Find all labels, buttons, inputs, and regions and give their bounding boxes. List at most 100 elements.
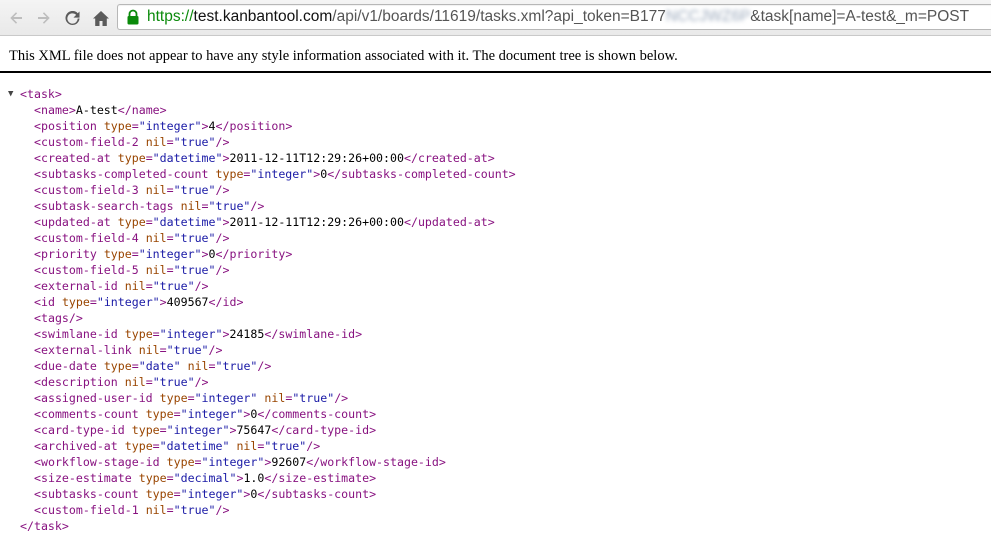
xml-tag: </task>: [20, 519, 69, 533]
url-query: &task[name]=A-test&_m=POST: [750, 8, 970, 25]
xml-attr-value: "true": [264, 439, 307, 453]
xml-element-size-estimate: <size-estimate type="decimal">1.0</size-…: [0, 470, 991, 486]
xml-attr-value: "integer": [138, 119, 202, 133]
xml-attr-name: type: [215, 167, 244, 181]
xml-element-comments-count: <comments-count type="integer">0</commen…: [0, 406, 991, 422]
xml-space: [139, 183, 146, 197]
xml-attr-name: nil: [138, 343, 160, 357]
xml-tag: />: [334, 391, 349, 405]
xml-attr-value: "true": [166, 343, 209, 357]
address-bar[interactable]: https://test.kanbantool.com/api/v1/board…: [117, 4, 991, 30]
xml-tag: >: [201, 247, 209, 261]
xml-equals: =: [159, 423, 167, 437]
xml-attr-value: "integer": [201, 455, 265, 469]
xml-element-external-id: <external-id nil="true"/>: [0, 278, 991, 294]
xml-tag: </comments-count>: [257, 407, 377, 421]
xml-text: 0: [208, 247, 216, 261]
xml-space: [139, 407, 146, 421]
xml-attr-name: nil: [145, 135, 167, 149]
xml-tag: />: [194, 375, 209, 389]
forward-button[interactable]: [32, 0, 56, 36]
xml-root-open: ▼ <task>: [0, 86, 991, 102]
xml-tag: <archived-at: [34, 439, 118, 453]
xml-equals: =: [208, 359, 216, 373]
xml-attr-name: nil: [145, 263, 167, 277]
xml-attr-value: "true": [173, 263, 216, 277]
xml-attr-value: "integer": [96, 295, 160, 309]
xml-text: 92607: [271, 455, 307, 469]
xml-tag: <priority: [34, 247, 97, 261]
xml-tag: <description: [34, 375, 118, 389]
xml-space: [160, 455, 167, 469]
xml-attr-value: "integer": [250, 167, 314, 181]
xml-attr-name: nil: [264, 391, 286, 405]
lock-icon: [127, 9, 139, 25]
xml-attr-value: "datetime": [159, 439, 230, 453]
xml-space: [209, 167, 216, 181]
xml-space: [118, 279, 125, 293]
xml-tag: </subtasks-count>: [257, 487, 377, 501]
xml-tag: </size-estimate>: [264, 471, 377, 485]
home-button[interactable]: [89, 0, 113, 36]
xml-space: [97, 119, 104, 133]
xml-attr-value: "true": [215, 359, 258, 373]
xml-attr-name: nil: [187, 359, 209, 373]
xml-tag: </position>: [215, 119, 293, 133]
xml-element-workflow-stage-id: <workflow-stage-id type="integer">92607<…: [0, 454, 991, 470]
xml-attr-value: "integer": [138, 247, 202, 261]
xml-tag: <subtasks-count: [34, 487, 139, 501]
xml-attr-name: type: [159, 391, 188, 405]
xml-tag: <updated-at: [34, 215, 111, 229]
xml-equals: =: [173, 487, 181, 501]
xml-equals: =: [152, 439, 160, 453]
xml-equals: =: [194, 455, 202, 469]
xml-tag: </created-at>: [403, 151, 495, 165]
xml-tag: <name: [34, 103, 69, 117]
xml-element-priority: <priority type="integer">0</priority>: [0, 246, 991, 262]
xml-tag: </name>: [117, 103, 167, 117]
xml-text: 2011-12-11T12:29:26+00:00: [229, 215, 404, 229]
xml-attr-value: "integer": [194, 391, 258, 405]
collapse-triangle-icon[interactable]: ▼: [8, 86, 18, 102]
url-host: test.kanbantool.com: [193, 8, 333, 25]
xml-space: [118, 439, 125, 453]
url-path: /api/v1/boards/11619/tasks.xml?api_token…: [332, 8, 666, 25]
xml-tag: <due-date: [34, 359, 97, 373]
xml-space: [118, 327, 125, 341]
xml-attr-name: type: [145, 487, 174, 501]
xml-space: [139, 503, 146, 517]
xml-space: [132, 471, 139, 485]
xml-element-custom-field-5: <custom-field-5 nil="true"/>: [0, 262, 991, 278]
xml-equals: =: [166, 471, 174, 485]
xml-space: [111, 215, 118, 229]
xml-equals: =: [187, 391, 195, 405]
xml-tag: <task>: [20, 87, 62, 101]
back-button[interactable]: [4, 0, 28, 36]
xml-tag: <custom-field-2: [34, 135, 139, 149]
xml-attr-value: "decimal": [173, 471, 237, 485]
xml-attr-value: "true": [208, 199, 251, 213]
xml-equals: =: [131, 359, 139, 373]
xml-space: [55, 295, 62, 309]
xml-tag: >: [201, 119, 209, 133]
url-redacted-token: NCCJWZ6P: [665, 8, 751, 25]
xml-text: 75647: [236, 423, 272, 437]
xml-element-updated-at: <updated-at type="datetime">2011-12-11T1…: [0, 214, 991, 230]
xml-attr-name: type: [145, 407, 174, 421]
xml-root-close: </task>: [0, 518, 991, 534]
xml-tag: <swimlane-id: [34, 327, 118, 341]
xml-tag: />: [194, 279, 209, 293]
xml-tag: <subtasks-completed-count: [34, 167, 209, 181]
xml-equals: =: [145, 375, 153, 389]
xml-tag: >: [68, 103, 76, 117]
xml-equals: =: [166, 503, 174, 517]
reload-icon: [64, 10, 80, 25]
xml-space: [125, 423, 132, 437]
xml-equals: =: [173, 407, 181, 421]
xml-tag: />: [306, 439, 321, 453]
xml-tag: />: [215, 503, 230, 517]
reload-button[interactable]: [60, 0, 84, 36]
xml-attr-name: nil: [124, 279, 146, 293]
xml-notice: This XML file does not appear to have an…: [9, 48, 678, 64]
xml-attr-name: type: [131, 423, 160, 437]
